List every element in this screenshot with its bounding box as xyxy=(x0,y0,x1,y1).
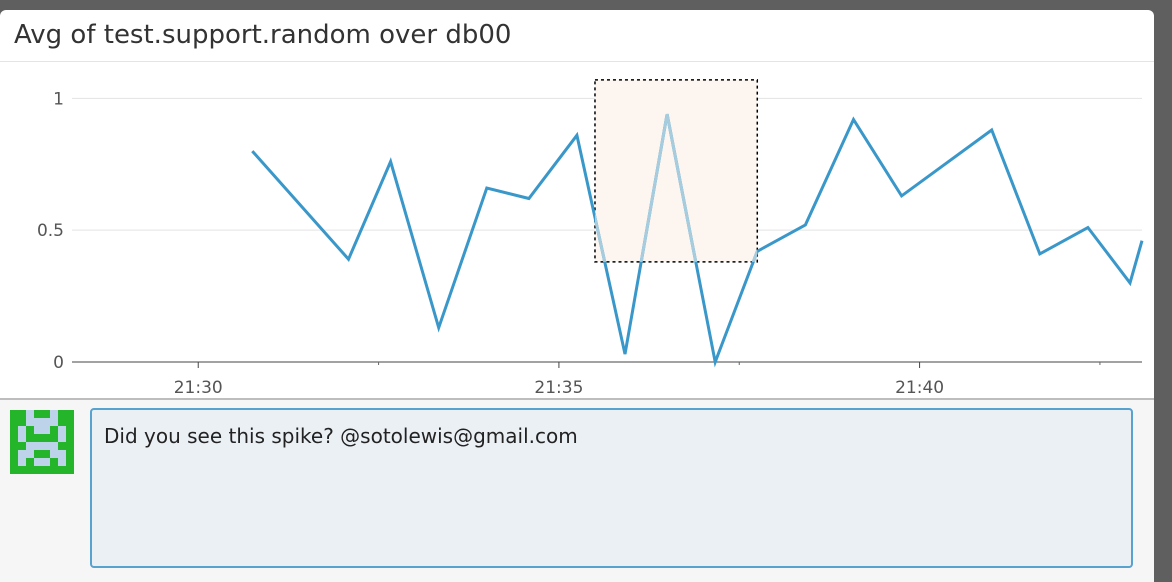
x-tick-label: 21:30 xyxy=(174,378,223,398)
timeseries-chart[interactable]: 21:30 21:35 21:40 00.51 xyxy=(0,62,1154,398)
comment-section: Did you see this spike? @sotolewis@gmail… xyxy=(0,398,1154,582)
graph-panel: Avg of test.support.random over db00 21:… xyxy=(0,10,1154,582)
y-tick-label: 0.5 xyxy=(37,221,64,241)
selection-box[interactable] xyxy=(594,79,759,263)
y-axis: 00.51 xyxy=(37,89,64,373)
x-tick-label: 21:40 xyxy=(895,378,944,398)
comment-input[interactable]: Did you see this spike? @sotolewis@gmail… xyxy=(90,408,1133,568)
y-tick-label: 0 xyxy=(53,353,64,373)
x-axis: 21:30 21:35 21:40 xyxy=(72,361,1142,398)
x-tick-label: 21:35 xyxy=(534,378,583,398)
y-tick-label: 1 xyxy=(53,89,64,109)
panel-title: Avg of test.support.random over db00 xyxy=(14,20,512,50)
avatar-icon xyxy=(10,410,74,474)
selection-region[interactable] xyxy=(594,79,759,263)
